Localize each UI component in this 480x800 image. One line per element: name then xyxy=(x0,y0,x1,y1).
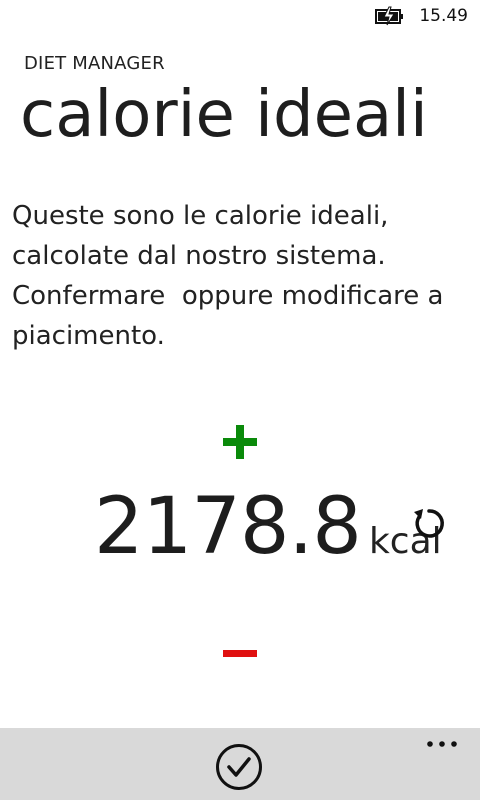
description-line: piacimento. xyxy=(12,321,165,351)
description-line: Queste sono le calorie ideali, xyxy=(12,201,389,231)
screen: 15.49 DIET MANAGER calorie ideali Queste… xyxy=(0,0,480,800)
minus-icon xyxy=(221,629,259,667)
increase-button[interactable] xyxy=(214,416,266,468)
calorie-display: 2178.8 kcal xyxy=(94,488,442,566)
plus-icon xyxy=(221,423,259,461)
description-line: Confermare oppure modificare a xyxy=(12,281,444,311)
more-button[interactable] xyxy=(424,734,464,754)
refresh-icon xyxy=(410,504,448,542)
battery-charging-icon xyxy=(375,6,409,26)
ellipsis-icon xyxy=(424,734,464,754)
page-title: calorie ideali xyxy=(20,78,428,152)
status-bar: 15.49 xyxy=(375,0,480,32)
reset-button[interactable] xyxy=(406,500,452,546)
description-line: calcolate dal nostro sistema. xyxy=(12,241,386,271)
app-bar xyxy=(0,728,480,800)
calorie-value: 2178.8 xyxy=(94,482,362,572)
confirm-button[interactable] xyxy=(214,742,264,792)
decrease-button[interactable] xyxy=(214,622,266,674)
app-title: DIET MANAGER xyxy=(24,53,165,74)
status-time: 15.49 xyxy=(419,5,468,26)
check-circle-icon xyxy=(214,742,264,792)
description: Queste sono le calorie ideali, calcolate… xyxy=(12,196,468,356)
